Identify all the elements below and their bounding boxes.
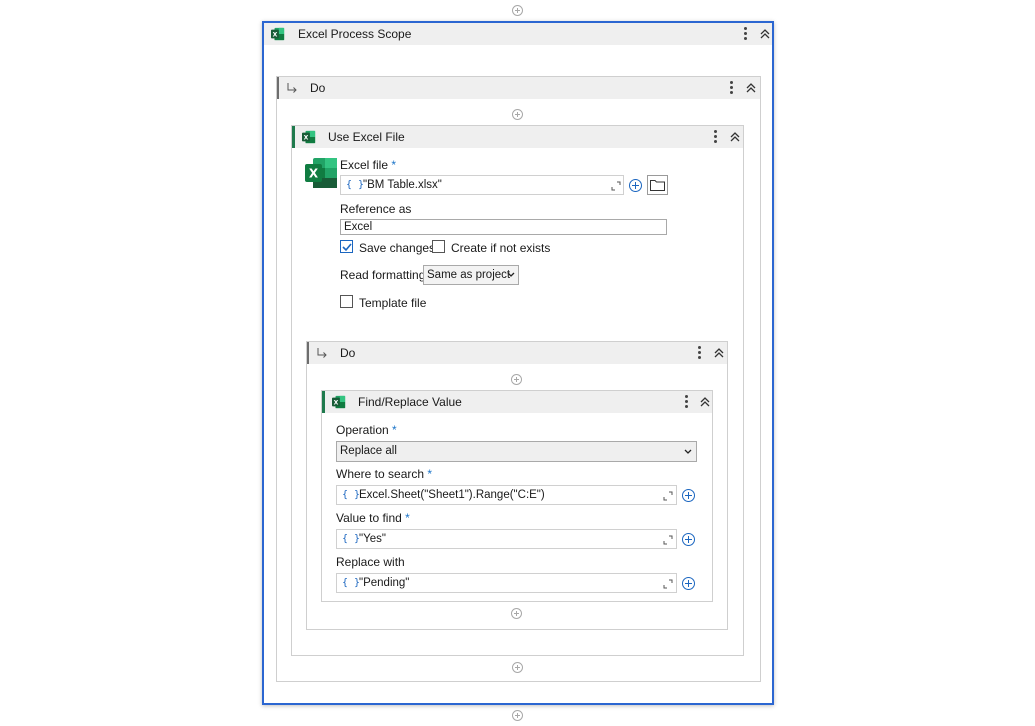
excel-file-label: Excel file * [340,158,397,172]
browse-folder-button[interactable] [647,175,668,195]
expand-editor-icon[interactable] [663,535,673,545]
excel-file-field[interactable]: { } "BM Table.xlsx" [340,175,624,195]
find-replace-header[interactable]: X Find/Replace Value [322,391,712,413]
use-excel-file-activity[interactable]: X Use Excel File X Excel file * {} "BM … [291,125,744,656]
excel-process-scope-header[interactable]: X Excel Process Scope [264,23,772,45]
expand-editor-icon[interactable] [611,181,621,191]
do-outer-container: Do X Use Excel File X Excel file * {} "… [276,76,761,682]
excel-file-value: "BM Table.xlsx" [363,179,442,191]
svg-text:X: X [273,32,278,39]
create-if-not-exists-checkbox[interactable] [432,240,445,253]
find-replace-title: Find/Replace Value [358,395,462,409]
value-to-find-field[interactable]: { } "Yes" [336,529,677,549]
expression-brace-icon: { } [342,577,361,589]
kebab-menu-icon[interactable] [684,395,688,409]
do-inner-header[interactable]: Do [307,342,727,364]
expand-editor-icon[interactable] [663,579,673,589]
where-to-search-field[interactable]: { } Excel.Sheet("Sheet1").Range("C:E") [336,485,677,505]
kebab-menu-icon[interactable] [729,81,733,95]
use-excel-file-title: Use Excel File [328,130,405,144]
value-to-find-label: Value to find * [336,511,410,525]
svg-text:X: X [309,167,319,181]
folder-icon [650,180,665,191]
add-circle-icon[interactable] [682,577,695,590]
do-outer-header[interactable]: Do [277,77,760,99]
where-to-search-label: Where to search * [336,467,433,481]
add-activity-icon[interactable] [511,608,522,619]
do-outer-title: Do [310,81,326,95]
reference-as-input[interactable]: Excel [340,219,667,235]
add-circle-icon[interactable] [682,533,695,546]
scope-title: Excel Process Scope [298,27,412,41]
add-activity-top-icon[interactable] [512,5,523,16]
expression-brace-icon: { } [342,489,361,501]
do-arrow-icon [317,348,327,358]
add-activity-icon[interactable] [512,109,523,120]
excel-logo-icon: X [305,158,337,188]
add-activity-icon[interactable] [512,662,523,673]
collapse-chevron-icon[interactable] [713,347,725,359]
do-inner-title: Do [340,346,356,360]
reference-as-label: Reference as [340,202,412,216]
operation-label: Operation * [336,423,397,437]
chevron-down-icon [684,449,692,454]
create-if-not-exists-label: Create if not exists [451,241,551,255]
svg-text:X: X [334,400,339,407]
add-circle-icon[interactable] [682,489,695,502]
use-excel-file-header[interactable]: X Use Excel File [292,126,743,148]
save-changes-checkbox[interactable] [340,240,353,253]
chevron-down-icon [507,272,515,277]
template-file-checkbox[interactable] [340,295,353,308]
kebab-menu-icon[interactable] [743,27,747,41]
collapse-chevron-icon[interactable] [699,396,711,408]
add-circle-icon[interactable] [629,179,642,192]
do-inner-container: Do X Find/Replace Value Operation * Repl… [306,341,728,630]
svg-text:X: X [304,135,309,142]
find-replace-activity[interactable]: X Find/Replace Value Operation * Replace… [321,390,713,602]
add-activity-icon[interactable] [511,374,522,385]
read-formatting-dropdown[interactable]: Same as project [423,265,519,285]
checkmark-icon [342,243,352,252]
excel-icon: X [302,130,316,144]
collapse-chevron-icon[interactable] [745,82,757,94]
kebab-menu-icon[interactable] [697,346,701,360]
operation-dropdown[interactable]: Replace all [336,441,697,462]
excel-process-scope[interactable]: X Excel Process Scope Do X Use Excel Fil… [262,21,774,705]
do-arrow-icon [287,83,297,93]
expression-brace-icon: { } [346,179,365,191]
add-activity-bottom-icon[interactable] [512,710,523,721]
excel-icon: X [271,27,285,41]
save-changes-label: Save changes [359,241,436,255]
read-formatting-label: Read formatting [340,268,426,282]
expand-editor-icon[interactable] [663,491,673,501]
replace-with-label: Replace with [336,555,405,569]
excel-icon: X [332,395,346,409]
replace-with-field[interactable]: { } "Pending" [336,573,677,593]
collapse-chevron-icon[interactable] [759,28,771,40]
template-file-label: Template file [359,296,427,310]
expression-brace-icon: { } [342,533,361,545]
kebab-menu-icon[interactable] [713,130,717,144]
collapse-chevron-icon[interactable] [729,131,741,143]
